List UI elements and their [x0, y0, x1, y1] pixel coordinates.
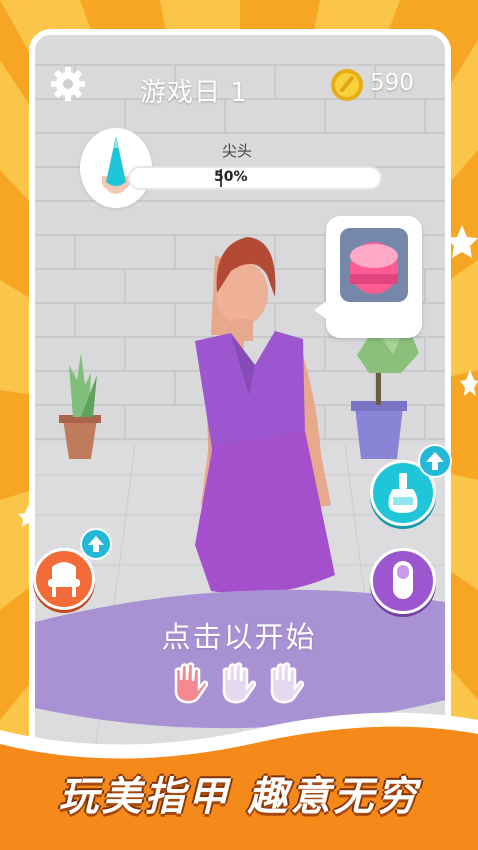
- speech-bubble-tail: [314, 300, 328, 320]
- nail-design-button[interactable]: [370, 548, 436, 614]
- hand-icon-active: [174, 662, 208, 704]
- nail-polish-jar-icon: [340, 228, 408, 302]
- settings-button[interactable]: [50, 66, 86, 102]
- tap-to-start-prompt[interactable]: 点击以开始: [0, 614, 478, 656]
- lives-hands: [168, 660, 308, 704]
- hand-icon-inactive: [222, 662, 256, 704]
- coin-icon: [330, 68, 364, 102]
- up-arrow-icon: [88, 536, 104, 552]
- progress-bar: [128, 166, 382, 190]
- progress-percent: 50%: [214, 169, 248, 185]
- chair-upgrade-badge: [80, 528, 112, 560]
- promo-slogan: 玩美指甲 趣意无穷: [58, 774, 420, 820]
- up-arrow-icon: [426, 452, 444, 470]
- order-speech-bubble: [314, 216, 422, 338]
- chair-icon: [48, 562, 80, 597]
- hand-icon-inactive: [270, 662, 304, 704]
- gear-icon: [51, 67, 85, 101]
- coin-count: 590: [370, 70, 414, 96]
- finger-nail-icon: [393, 561, 413, 599]
- game-day-title: 游戏日 1: [140, 78, 248, 108]
- nail-shape-label: 尖头: [222, 142, 253, 160]
- polish-upgrade-badge: [418, 444, 452, 478]
